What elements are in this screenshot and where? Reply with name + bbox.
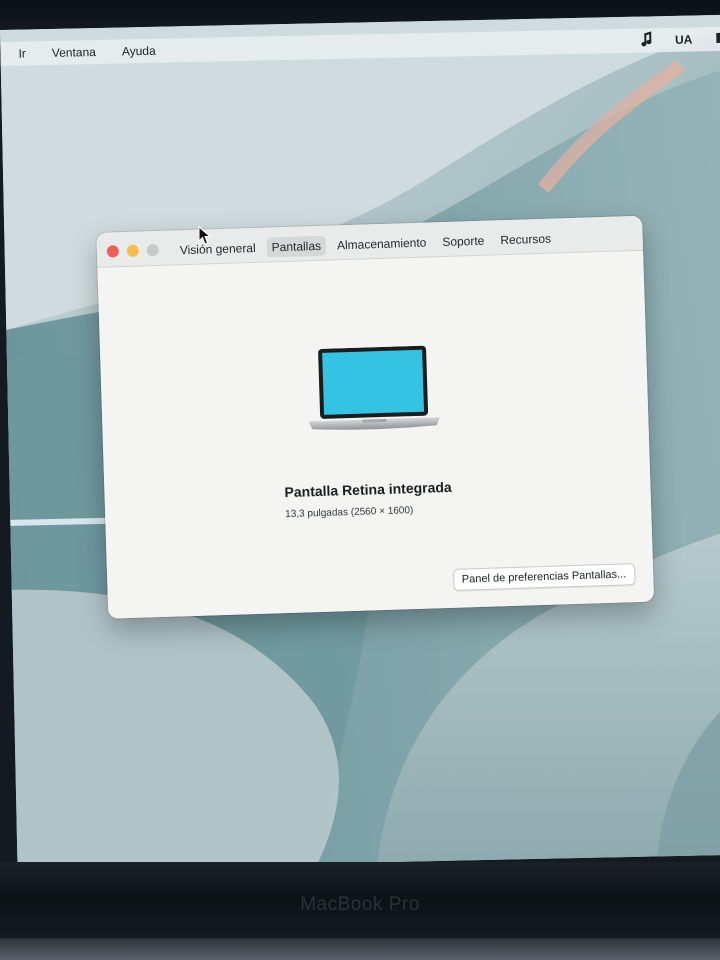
input-source-label[interactable]: UA bbox=[675, 33, 693, 47]
mouse-cursor-icon bbox=[198, 226, 212, 245]
desktop-screen: Ir Ventana Ayuda UA Visión general Panta… bbox=[0, 14, 720, 870]
about-this-mac-window: Visión general Pantallas Almacenamiento … bbox=[96, 215, 655, 619]
keyboard-flag-icon[interactable] bbox=[714, 30, 720, 47]
close-button[interactable] bbox=[106, 245, 120, 258]
menubar-status-area: UA bbox=[639, 29, 720, 50]
tab-recursos[interactable]: Recursos bbox=[495, 228, 556, 250]
menu-item-ventana[interactable]: Ventana bbox=[52, 45, 96, 60]
menu-item-ayuda[interactable]: Ayuda bbox=[122, 44, 156, 59]
tab-pantallas[interactable]: Pantallas bbox=[266, 235, 327, 258]
bottom-bezel: MacBook Pro bbox=[0, 862, 720, 960]
displays-preferences-button[interactable]: Panel de preferencias Pantallas... bbox=[452, 563, 636, 591]
music-note-icon[interactable] bbox=[639, 30, 653, 50]
minimize-button[interactable] bbox=[126, 244, 140, 257]
laptop-icon bbox=[308, 345, 441, 430]
display-name: Pantalla Retina integrada bbox=[284, 478, 452, 501]
photo-frame: Ir Ventana Ayuda UA Visión general Panta… bbox=[0, 0, 720, 960]
tab-almacenamiento[interactable]: Almacenamiento bbox=[332, 232, 432, 255]
display-size: 13,3 pulgadas (2560 × 1600) bbox=[285, 505, 414, 521]
laptop-deck bbox=[0, 938, 720, 960]
displays-panel: Pantalla Retina integrada 13,3 pulgadas … bbox=[97, 250, 655, 619]
tab-vision-general[interactable]: Visión general bbox=[175, 238, 261, 261]
menu-item-ir[interactable]: Ir bbox=[18, 46, 26, 60]
brand-label: MacBook Pro bbox=[300, 894, 420, 915]
tab-soporte[interactable]: Soporte bbox=[437, 231, 490, 253]
zoom-button[interactable] bbox=[146, 243, 160, 257]
